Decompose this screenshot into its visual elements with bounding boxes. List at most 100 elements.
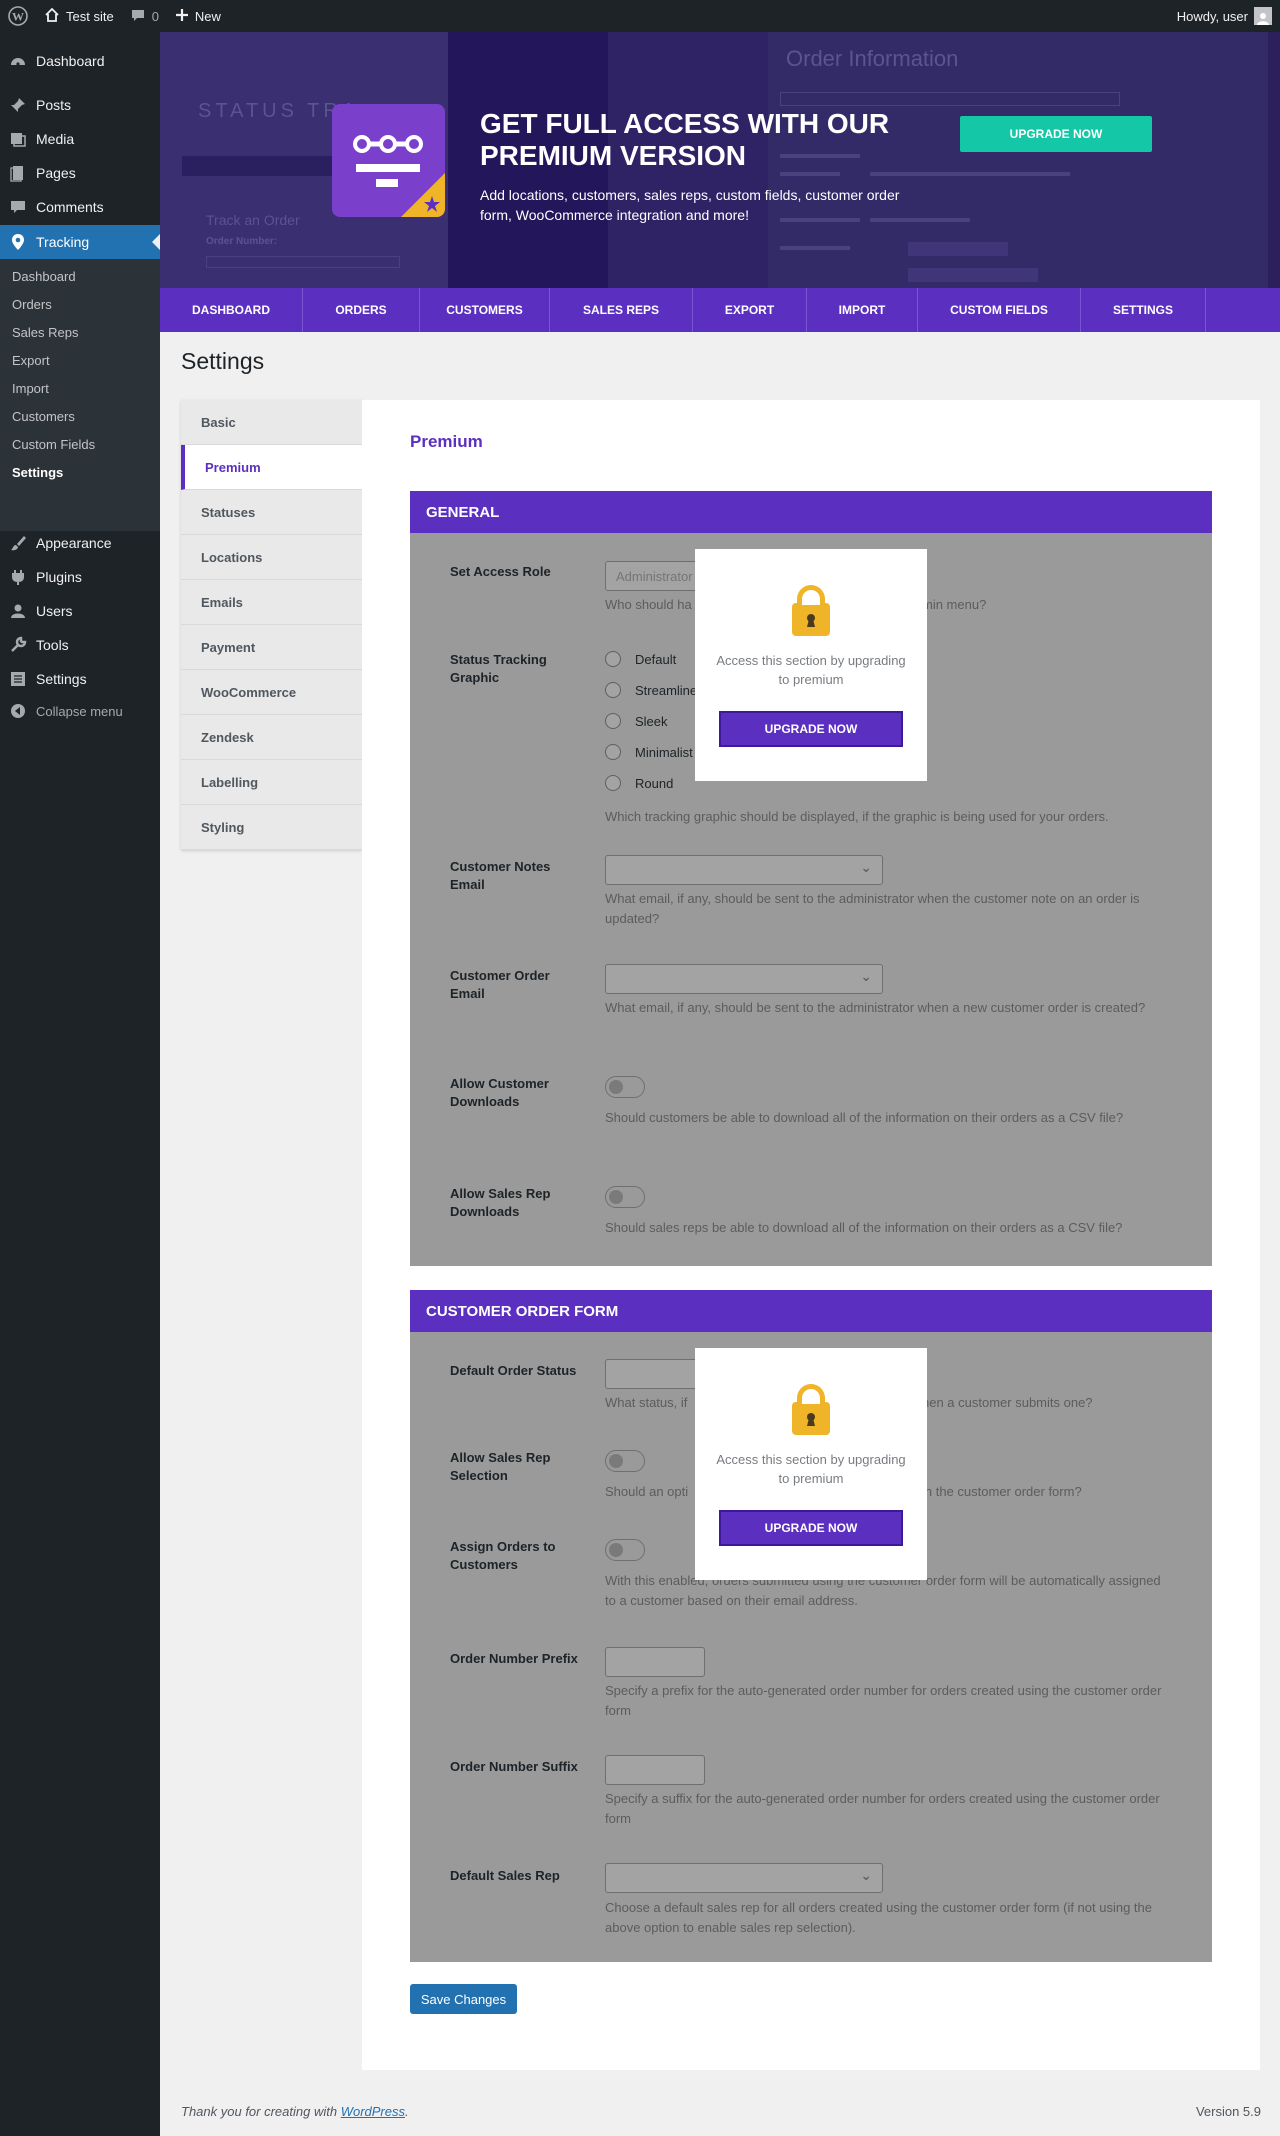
location-icon [0,233,36,251]
banner-ghost-order-number: Order Number: [206,236,278,247]
settings-nav-payment[interactable]: Payment [181,625,362,670]
settings-nav-basic[interactable]: Basic [181,400,362,445]
default-salesrep-desc: Choose a default sales rep for all order… [605,1900,1153,1935]
settings-nav-emails[interactable]: Emails [181,580,362,625]
save-changes-button[interactable]: Save Changes [410,1984,517,2014]
banner-ghost-line [780,172,840,176]
status-graphic-option[interactable]: Sleek [605,713,668,729]
account-menu[interactable]: Howdy, user [1169,0,1280,32]
settings-nav-woocommerce[interactable]: WooCommerce [181,670,362,715]
menu-tools[interactable]: Tools [0,628,160,662]
settings-nav: Basic Premium Statuses Locations Emails … [181,400,362,850]
lock-icon [792,585,830,636]
default-order-status-select[interactable] [605,1359,705,1389]
status-graphic-option[interactable]: Round [605,775,673,791]
collapse-menu-button[interactable]: Collapse menu [0,694,160,728]
allow-customer-downloads-toggle[interactable] [605,1076,645,1098]
tab-dashboard[interactable]: DASHBOARD [160,288,303,332]
settings-nav-statuses[interactable]: Statuses [181,490,362,535]
tab-customers[interactable]: CUSTOMERS [420,288,550,332]
premium-lock-overlay: Access this section by upgrading to prem… [695,549,927,781]
settings-nav-labelling[interactable]: Labelling [181,760,362,805]
banner-ghost-input [206,256,400,268]
submenu-export[interactable]: Export [12,353,50,368]
settings-nav-styling[interactable]: Styling [181,805,362,850]
premium-lock-overlay: Access this section by upgrading to prem… [695,1348,927,1580]
allow-salesrep-selection-desc-end: in the customer order form? [922,1484,1082,1499]
settings-nav-locations[interactable]: Locations [181,535,362,580]
settings-nav-zendesk[interactable]: Zendesk [181,715,362,760]
status-graphic-option[interactable]: Streamline [605,682,697,698]
home-icon [44,7,60,26]
general-section-body: Set Access Role Who should ha min menu? … [410,533,1212,1266]
menu-pages[interactable]: Pages [0,156,160,190]
wordpress-logo-icon[interactable]: W [0,0,36,32]
menu-appearance[interactable]: Appearance [0,526,160,560]
collapse-label: Collapse menu [36,703,123,719]
submenu-orders[interactable]: Orders [12,297,52,312]
media-icon [0,130,36,148]
version-text: Version 5.9 [1195,2104,1261,2119]
assign-orders-toggle[interactable] [605,1539,645,1561]
tracking-submenu: Dashboard Orders Sales Reps Export Impor… [0,259,160,531]
order-prefix-input[interactable] [605,1647,705,1677]
comment-bubble-icon [130,7,146,26]
allow-salesrep-downloads-toggle[interactable] [605,1186,645,1208]
menu-users[interactable]: Users [0,594,160,628]
order-prefix-desc: Specify a prefix for the auto-generated … [605,1683,1162,1718]
allow-salesrep-downloads-label: Allow Sales Rep Downloads [450,1186,551,1219]
submenu-settings[interactable]: Settings [12,465,63,480]
wordpress-link[interactable]: WordPress [341,2104,405,2119]
submenu-customers[interactable]: Customers [12,409,75,424]
menu-dashboard[interactable]: Dashboard [0,44,160,78]
customer-notes-email-select[interactable] [605,855,883,885]
admin-footer: Thank you for creating with WordPress. V… [181,2104,1261,2119]
menu-plugins[interactable]: Plugins [0,560,160,594]
tab-sales-reps[interactable]: SALES REPS [550,288,693,332]
menu-settings[interactable]: Settings [0,662,160,696]
site-name-link[interactable]: Test site [36,0,122,32]
wrench-icon [0,636,36,654]
menu-posts[interactable]: Posts [0,88,160,122]
tab-custom-fields[interactable]: CUSTOM FIELDS [918,288,1081,332]
banner-upgrade-button[interactable]: UPGRADE NOW [960,116,1152,152]
status-graphic-option[interactable]: Minimalist [605,744,693,760]
settings-panel: Premium GENERAL Set Access Role Who shou… [362,400,1260,2070]
order-suffix-input[interactable] [605,1755,705,1785]
submenu-dashboard[interactable]: Dashboard [12,269,76,284]
customer-order-email-select[interactable] [605,964,883,994]
tab-orders[interactable]: ORDERS [303,288,420,332]
submenu-import[interactable]: Import [12,381,49,396]
panel-title: Premium [410,432,483,451]
lock-upgrade-button[interactable]: UPGRADE NOW [719,1510,903,1546]
order-suffix-desc: Specify a suffix for the auto-generated … [605,1791,1160,1826]
access-role-input[interactable] [605,561,705,591]
plus-icon [175,8,189,25]
menu-comments[interactable]: Comments [0,190,160,224]
settings-nav-premium[interactable]: Premium [181,445,362,490]
menu-label: Media [36,131,75,147]
banner-ghost-button [908,242,1008,256]
tab-import[interactable]: IMPORT [807,288,918,332]
order-form-section-header: CUSTOMER ORDER FORM [410,1290,1212,1332]
status-graphic-option[interactable]: Default [605,651,676,667]
new-content-link[interactable]: New [167,0,229,32]
order-form-section-body: Default Order Status What status, if hen… [410,1332,1212,1962]
lock-upgrade-button[interactable]: UPGRADE NOW [719,711,903,747]
default-salesrep-select[interactable] [605,1863,883,1893]
menu-label: Pages [36,165,76,181]
footer-thanks-text: Thank you for creating with [181,2104,341,2119]
submenu-sales-reps[interactable]: Sales Reps [12,325,78,340]
menu-tracking[interactable]: Tracking [0,225,160,259]
comments-link[interactable]: 0 [122,0,167,32]
tab-export[interactable]: EXPORT [693,288,807,332]
allow-salesrep-selection-toggle[interactable] [605,1450,645,1472]
menu-media[interactable]: Media [0,122,160,156]
option-label: Sleek [635,713,668,729]
pin-icon [0,96,36,114]
tab-settings[interactable]: SETTINGS [1081,288,1206,332]
banner-ghost-button [908,268,1038,282]
admin-sidebar: Dashboard Posts Media Pages Comments Tra… [0,32,160,2136]
general-section: GENERAL Set Access Role Who should ha mi… [410,491,1212,1266]
submenu-custom-fields[interactable]: Custom Fields [12,437,95,452]
